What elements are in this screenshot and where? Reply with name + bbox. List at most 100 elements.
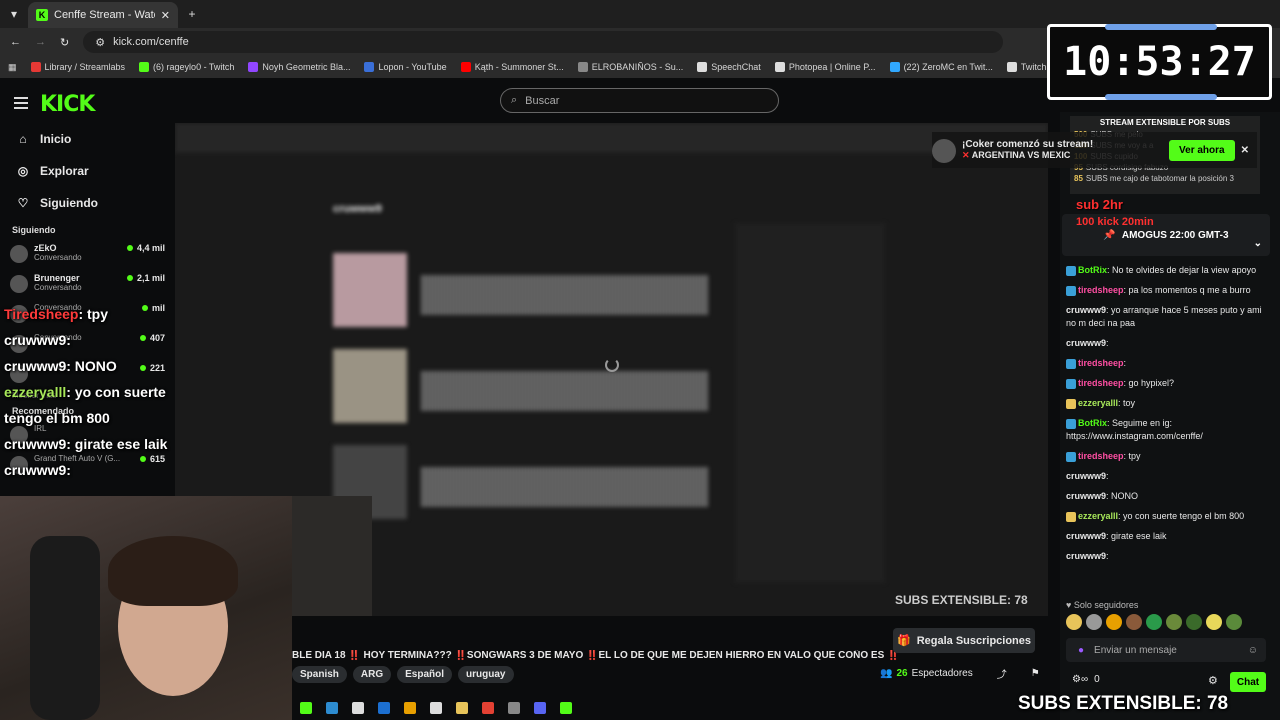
gift-subs-button[interactable]: 🎁 Regala Suscripciones	[893, 628, 1035, 653]
url-field[interactable]: ⚙ kick.com/cenffe	[83, 31, 1004, 53]
chat-username[interactable]: BotRix	[1078, 265, 1107, 275]
bookmark-item[interactable]: Noyh Geometric Bla...	[248, 62, 350, 72]
send-chat-button[interactable]: Chat	[1230, 672, 1266, 692]
emote-icon[interactable]	[1066, 614, 1082, 630]
bookmark-item[interactable]: Library / Streamlabs	[30, 62, 125, 72]
taskbar-app-icon[interactable]	[404, 702, 416, 714]
chat-username[interactable]: cruwww9	[1066, 305, 1106, 315]
user-badge-icon	[1066, 418, 1076, 429]
channel-name: Brunenger	[34, 273, 80, 283]
tag[interactable]: ARG	[352, 666, 392, 683]
nav-home[interactable]: ⌂ Inicio	[0, 123, 175, 155]
chat-text: No te olvides de dejar la view apoyo	[1112, 265, 1257, 275]
follow-icon[interactable]: ⚑	[1031, 668, 1040, 679]
chat-username[interactable]: tiredsheep	[1078, 451, 1124, 461]
followers-only-label: ♥ Solo seguidores	[1066, 600, 1139, 610]
chat-input[interactable]: ● Enviar un mensaje ☺	[1066, 638, 1266, 662]
chat-message: tiredsheep:	[1066, 357, 1266, 370]
apps-icon[interactable]: ▦	[8, 62, 17, 73]
chat-messages: BotRix: No te olvides de dejar la view a…	[1066, 264, 1266, 570]
bookmark-item[interactable]: Lopon - YouTube	[364, 62, 447, 72]
tag[interactable]: Español	[397, 666, 453, 683]
bookmark-favicon-icon	[1006, 62, 1017, 72]
overlay-chat-line: Tiredsheep: tpy	[4, 306, 167, 332]
chat-username[interactable]: cruwww9	[1066, 531, 1106, 541]
bookmark-label: Photopea | Online P...	[788, 62, 876, 72]
chat-username[interactable]: BotRix	[1078, 418, 1107, 428]
kick-favicon-icon: K	[36, 9, 48, 21]
taskbar-app-icon[interactable]	[430, 702, 442, 714]
taskbar-app-icon[interactable]	[534, 702, 546, 714]
emote-icon[interactable]	[1126, 614, 1142, 630]
taskbar-app-icon[interactable]	[378, 702, 390, 714]
watch-now-button[interactable]: Ver ahora	[1169, 139, 1235, 161]
bookmark-item[interactable]: ELROBANIÑOS - Su...	[577, 62, 683, 72]
emote-icon[interactable]	[1166, 614, 1182, 630]
site-info-icon[interactable]: ⚙	[95, 36, 105, 49]
kicks-counter[interactable]: ⚙∞ 0	[1072, 674, 1100, 685]
overlay-username: cruwww9	[4, 358, 67, 374]
emoji-icon[interactable]: ☺	[1248, 645, 1258, 656]
notification-subtitle: ARGENTINA VS MEXIC	[971, 150, 1071, 160]
tag[interactable]: Spanish	[292, 666, 347, 683]
tag[interactable]: uruguay	[458, 666, 514, 683]
chat-username[interactable]: tiredsheep	[1078, 378, 1124, 388]
close-tab-icon[interactable]: ✕	[161, 9, 170, 22]
stream-overlay-chat: Tiredsheep: tpy cruwww9: cruwww9: NONO ezze…	[4, 306, 167, 488]
new-tab-icon[interactable]: +	[178, 7, 206, 21]
share-icon[interactable]: ⤴	[997, 666, 1007, 681]
chevron-down-icon[interactable]: ⌄	[1254, 238, 1262, 249]
chat-username[interactable]: ezzeryalll	[1078, 511, 1118, 521]
track-item	[333, 349, 708, 441]
taskbar-app-icon[interactable]	[456, 702, 468, 714]
browser-tab[interactable]: K Cenffe Stream - Watch Live on K ✕	[28, 2, 178, 28]
gift-subs-label: Regala Suscripciones	[916, 634, 1032, 647]
settings-icon[interactable]: ⚙	[1208, 674, 1218, 687]
chat-placeholder: Enviar un mensaje	[1094, 644, 1177, 656]
search-input[interactable]: ⌕ Buscar	[500, 88, 779, 113]
chat-username[interactable]: cruwww9	[1066, 551, 1106, 561]
emote-icon[interactable]	[1186, 614, 1202, 630]
bookmark-item[interactable]: (6) rageylo0 - Twitch	[139, 62, 234, 72]
bookmark-favicon-icon	[30, 62, 41, 72]
mic-icon[interactable]: ●	[1078, 645, 1084, 656]
tab-list-icon[interactable]: ▾	[0, 7, 28, 21]
reload-icon[interactable]: ↻	[60, 36, 69, 49]
nav-explore[interactable]: ◎ Explorar	[0, 155, 175, 187]
overlay-chat-line: cruwww9: NONO	[4, 358, 167, 384]
kick-logo[interactable]: KICK	[40, 92, 95, 117]
close-icon[interactable]: ✕	[1241, 145, 1249, 156]
taskbar-app-icon[interactable]	[326, 702, 338, 714]
live-notification[interactable]: ¡Coker comenzó su stream! ✕ ARGENTINA VS…	[932, 132, 1257, 168]
emote-icon[interactable]	[1086, 614, 1102, 630]
emote-icon[interactable]	[1106, 614, 1122, 630]
following-item[interactable]: zEkO Conversando 4,4 mil	[0, 241, 175, 271]
taskbar	[300, 702, 572, 714]
nav-following[interactable]: ♡ Siguiendo	[0, 187, 175, 219]
taskbar-app-icon[interactable]	[352, 702, 364, 714]
chat-username[interactable]: cruwww9	[1066, 491, 1106, 501]
notification-title: ¡Coker comenzó su stream!	[962, 139, 1094, 150]
chat-username[interactable]: cruwww9	[1066, 338, 1106, 348]
chat-username[interactable]: cruwww9	[1066, 471, 1106, 481]
forward-icon[interactable]: →	[35, 36, 46, 48]
chat-username[interactable]: ezzeryalll	[1078, 398, 1118, 408]
bookmark-item[interactable]: (22) ZeroMC en Twit...	[889, 62, 993, 72]
menu-icon[interactable]	[14, 94, 28, 112]
chat-username[interactable]: tiredsheep	[1078, 285, 1124, 295]
taskbar-app-icon[interactable]	[560, 702, 572, 714]
chat-message: tiredsheep: tpy	[1066, 450, 1266, 463]
bookmark-item[interactable]: Twitch	[1006, 62, 1046, 72]
taskbar-app-icon[interactable]	[300, 702, 312, 714]
taskbar-app-icon[interactable]	[508, 702, 520, 714]
emote-icon[interactable]	[1146, 614, 1162, 630]
chat-username[interactable]: tiredsheep	[1078, 358, 1124, 368]
emote-icon[interactable]	[1226, 614, 1242, 630]
emote-icon[interactable]	[1206, 614, 1222, 630]
back-icon[interactable]: ←	[10, 36, 21, 48]
following-item[interactable]: Brunenger Conversando 2,1 mil	[0, 271, 175, 301]
bookmark-item[interactable]: Kąth - Summoner St...	[460, 62, 564, 72]
bookmark-item[interactable]: Photopea | Online P...	[774, 62, 876, 72]
bookmark-item[interactable]: SpeechChat	[697, 62, 761, 72]
taskbar-app-icon[interactable]	[482, 702, 494, 714]
